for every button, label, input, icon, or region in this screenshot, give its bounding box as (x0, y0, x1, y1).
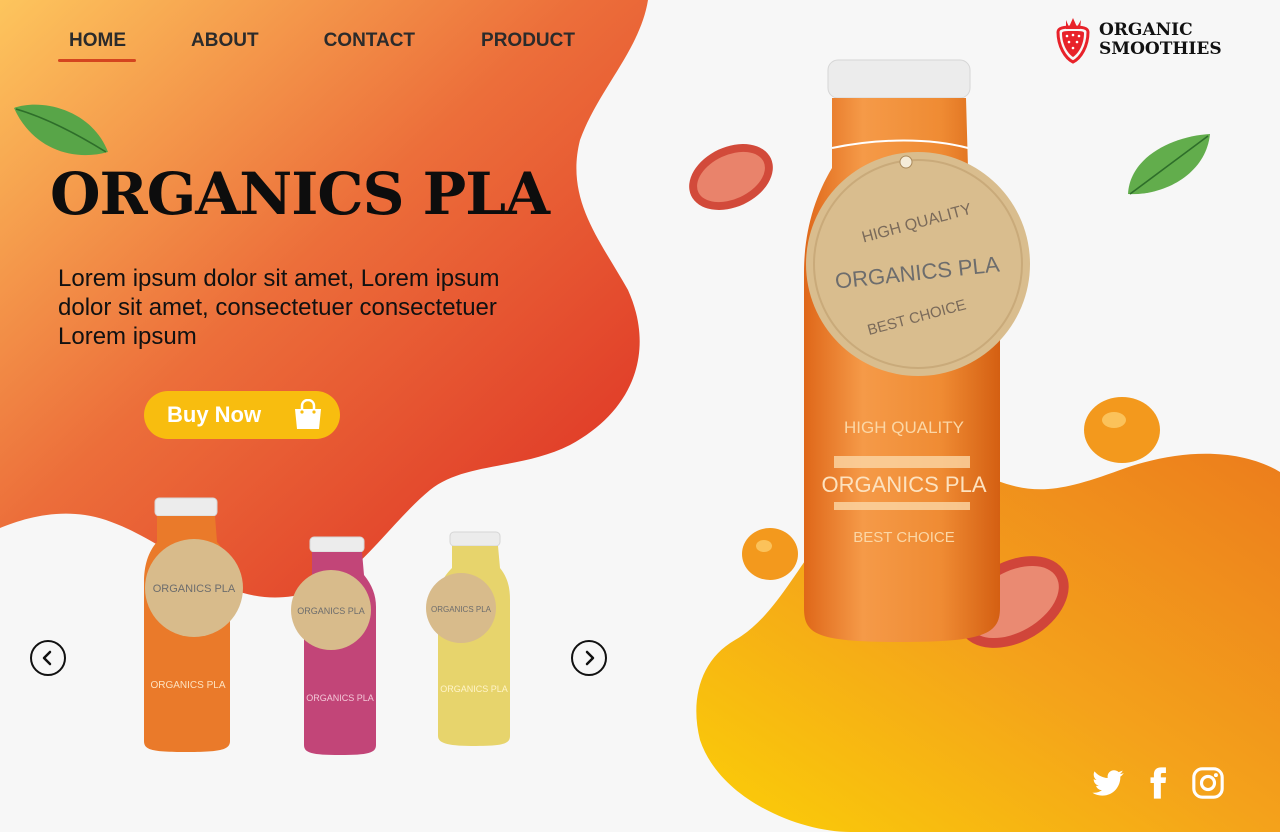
mint-leaf-left (14, 104, 108, 156)
bottle-top-text: HIGH QUALITY (844, 418, 964, 437)
instagram-icon (1192, 767, 1224, 799)
carousel-prev-button[interactable] (30, 640, 66, 676)
chevron-right-icon (585, 650, 595, 666)
svg-text:ORGANICS PLA: ORGANICS PLA (150, 680, 225, 691)
twitter-icon (1092, 770, 1124, 796)
bottle-brand-text: ORGANICS PLA (821, 472, 986, 497)
svg-text:ORGANICS PLA: ORGANICS PLA (431, 605, 492, 614)
red-fruit-slice-top (689, 144, 773, 210)
hero-title: ORGANICS PLA (50, 160, 550, 228)
svg-text:ORGANICS PLA: ORGANICS PLA (297, 606, 365, 616)
twitter-link[interactable] (1089, 764, 1127, 802)
shopping-bag-icon (295, 399, 321, 429)
orange-berry-left (742, 528, 798, 580)
hero-description: Lorem ipsum dolor sit amet, Lorem ipsum … (58, 265, 500, 350)
carousel-bottle-orange[interactable]: ORGANICS PLA ORGANICS PLA (140, 496, 246, 754)
bottle-bottom-text: BEST CHOICE (853, 529, 954, 546)
brand-logo[interactable]: ORGANIC SMOOTHIES (1053, 14, 1222, 66)
carousel-next-button[interactable] (571, 640, 607, 676)
nav-product-link[interactable]: PRODUCT (481, 30, 575, 52)
brand-line-1: ORGANIC (1099, 20, 1193, 40)
mint-leaf-right (1128, 134, 1210, 195)
facebook-link[interactable] (1139, 764, 1177, 802)
brand-line-2: SMOOTHIES (1099, 39, 1222, 59)
carousel-bottle-lemon[interactable]: ORGANICS PLA ORGANICS PLA (424, 530, 514, 748)
main-nav: HOME ABOUT CONTACT PRODUCT (58, 30, 575, 62)
svg-text:ORGANICS PLA: ORGANICS PLA (306, 693, 374, 703)
nav-home-link[interactable]: HOME (58, 30, 136, 62)
svg-text:ORGANICS PLA: ORGANICS PLA (440, 684, 508, 694)
instagram-link[interactable] (1189, 764, 1227, 802)
brand-name: ORGANIC SMOOTHIES (1099, 21, 1222, 59)
chevron-left-icon (42, 650, 52, 666)
buy-now-button[interactable]: Buy Now (144, 391, 340, 439)
nav-about-link[interactable]: ABOUT (191, 30, 259, 52)
svg-text:ORGANICS PLA: ORGANICS PLA (153, 583, 236, 595)
carousel-bottle-berry[interactable]: ORGANICS PLA ORGANICS PLA (290, 535, 380, 757)
buy-now-label: Buy Now (167, 402, 262, 427)
orange-berry-right (1084, 397, 1160, 463)
nav-contact-link[interactable]: CONTACT (324, 30, 415, 52)
strawberry-icon (1056, 18, 1090, 64)
facebook-icon (1150, 767, 1167, 799)
featured-bottle: HIGH QUALITY ORGANICS PLA BEST CHOICE HI… (804, 59, 1030, 642)
